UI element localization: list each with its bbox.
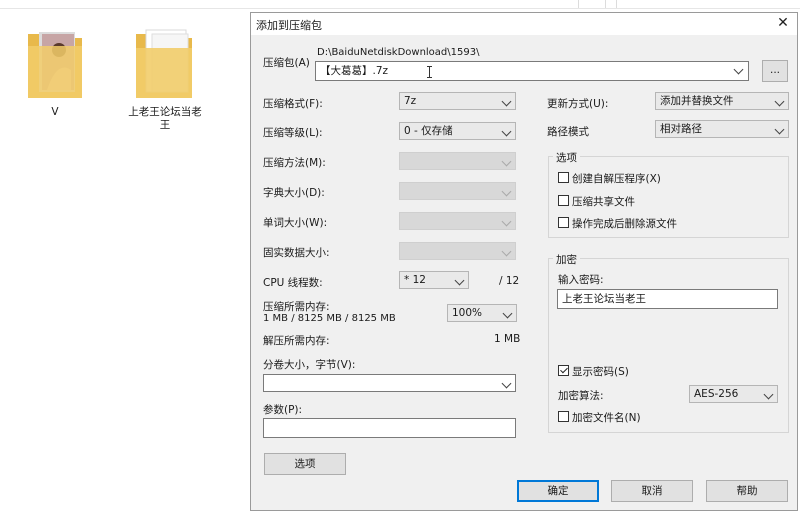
solid-select <box>399 242 516 260</box>
chevron-down-icon <box>501 96 512 107</box>
mem-percent-select[interactable]: 100% <box>447 304 517 322</box>
options-button[interactable]: 选项 <box>264 453 346 475</box>
pwd-label: 输入密码: <box>558 274 604 286</box>
level-select[interactable]: 0 - 仅存储 <box>399 122 516 140</box>
update-label: 更新方式(U): <box>547 98 609 110</box>
explorer-top-box <box>616 0 800 8</box>
password-input[interactable]: 上老王论坛当老王 <box>557 289 778 309</box>
delete-label[interactable]: 操作完成后删除源文件 <box>572 216 677 231</box>
method-label: 压缩方法(M): <box>263 157 326 169</box>
folder-label: 上老王论坛当老王 <box>128 106 202 131</box>
chevron-down-icon <box>454 275 465 286</box>
chevron-down-icon <box>774 124 785 135</box>
update-value: 添加并替换文件 <box>660 95 734 107</box>
word-select <box>399 212 516 230</box>
help-button[interactable]: 帮助 <box>706 480 788 502</box>
pathmode-select[interactable]: 相对路径 <box>655 120 789 138</box>
format-label: 压缩格式(F): <box>263 98 323 110</box>
text-cursor-icon <box>427 66 432 78</box>
shared-label[interactable]: 压缩共享文件 <box>572 194 635 209</box>
threads-label: CPU 线程数: <box>263 277 323 289</box>
params-input[interactable] <box>263 418 516 438</box>
mem-decompress-value: 1 MB <box>494 333 521 345</box>
pathmode-value: 相对路径 <box>660 123 702 135</box>
volume-select[interactable] <box>263 374 516 392</box>
ok-button[interactable]: 确定 <box>517 480 599 502</box>
folder-laowang[interactable] <box>132 26 196 102</box>
archive-path: D:\BaiduNetdiskDownload\1593\ <box>317 47 480 58</box>
mem-compress-label: 压缩所需内存: <box>263 301 330 313</box>
options-group-title: 选项 <box>553 150 580 165</box>
browse-button[interactable]: ... <box>762 60 788 82</box>
word-label: 单词大小(W): <box>263 217 328 229</box>
shared-checkbox[interactable] <box>558 195 569 206</box>
threads-max: / 12 <box>499 275 520 287</box>
chevron-down-icon <box>502 308 513 319</box>
mem-decompress-label: 解压所需内存: <box>263 335 330 347</box>
add-to-archive-dialog: 添加到压缩包 ✕ 压缩包(A) D:\BaiduNetdiskDownload\… <box>250 12 798 511</box>
chevron-down-icon <box>501 156 512 167</box>
dict-label: 字典大小(D): <box>263 187 325 199</box>
folder-icon <box>28 32 82 98</box>
encrypt-group-title: 加密 <box>553 252 580 267</box>
chevron-down-icon <box>501 246 512 257</box>
solid-label: 固实数据大小: <box>263 247 330 259</box>
pathmode-label: 路径模式 <box>547 126 589 138</box>
folder-label: V <box>51 106 59 118</box>
show-password-label[interactable]: 显示密码(S) <box>572 364 629 379</box>
chevron-down-icon <box>501 126 512 137</box>
method-select <box>399 152 516 170</box>
threads-value: * 12 <box>404 274 426 286</box>
level-label: 压缩等级(L): <box>263 127 323 139</box>
threads-select[interactable]: * 12 <box>399 271 469 289</box>
dialog-title: 添加到压缩包 <box>256 19 322 32</box>
sfx-label[interactable]: 创建自解压程序(X) <box>572 171 661 186</box>
chevron-down-icon <box>501 186 512 197</box>
algo-value: AES-256 <box>694 388 739 400</box>
archive-name-value: 【大葛葛】.7z <box>320 65 389 77</box>
format-select[interactable]: 7z <box>399 92 516 110</box>
encrypt-names-label[interactable]: 加密文件名(N) <box>572 410 641 425</box>
close-icon[interactable]: ✕ <box>775 15 791 31</box>
chevron-down-icon <box>763 389 774 400</box>
volume-label: 分卷大小，字节(V): <box>263 359 356 371</box>
mem-compress-detail: 1 MB / 8125 MB / 8125 MB <box>263 313 396 324</box>
archive-name-input[interactable]: 【大葛葛】.7z <box>315 61 749 81</box>
chevron-down-icon <box>501 378 512 389</box>
encrypt-names-checkbox[interactable] <box>558 411 569 422</box>
algo-label: 加密算法: <box>558 390 604 402</box>
explorer-top-box <box>578 0 606 8</box>
cancel-button[interactable]: 取消 <box>611 480 693 502</box>
show-password-checkbox[interactable] <box>558 365 569 376</box>
update-select[interactable]: 添加并替换文件 <box>655 92 789 110</box>
dialog-titlebar[interactable]: 添加到压缩包 ✕ <box>251 13 797 35</box>
archive-label: 压缩包(A) <box>263 57 310 69</box>
chevron-down-icon[interactable] <box>733 64 744 75</box>
chevron-down-icon <box>774 96 785 107</box>
algo-select[interactable]: AES-256 <box>689 385 778 403</box>
chevron-down-icon <box>501 216 512 227</box>
params-label: 参数(P): <box>263 404 303 416</box>
dict-select <box>399 182 516 200</box>
password-value: 上老王论坛当老王 <box>562 293 646 305</box>
folder-v[interactable] <box>25 26 85 102</box>
folder-icon <box>136 29 192 98</box>
level-value: 0 - 仅存储 <box>404 125 453 137</box>
delete-checkbox[interactable] <box>558 217 569 228</box>
sfx-checkbox[interactable] <box>558 172 569 183</box>
format-value: 7z <box>404 95 417 107</box>
mem-percent-value: 100% <box>452 307 483 319</box>
